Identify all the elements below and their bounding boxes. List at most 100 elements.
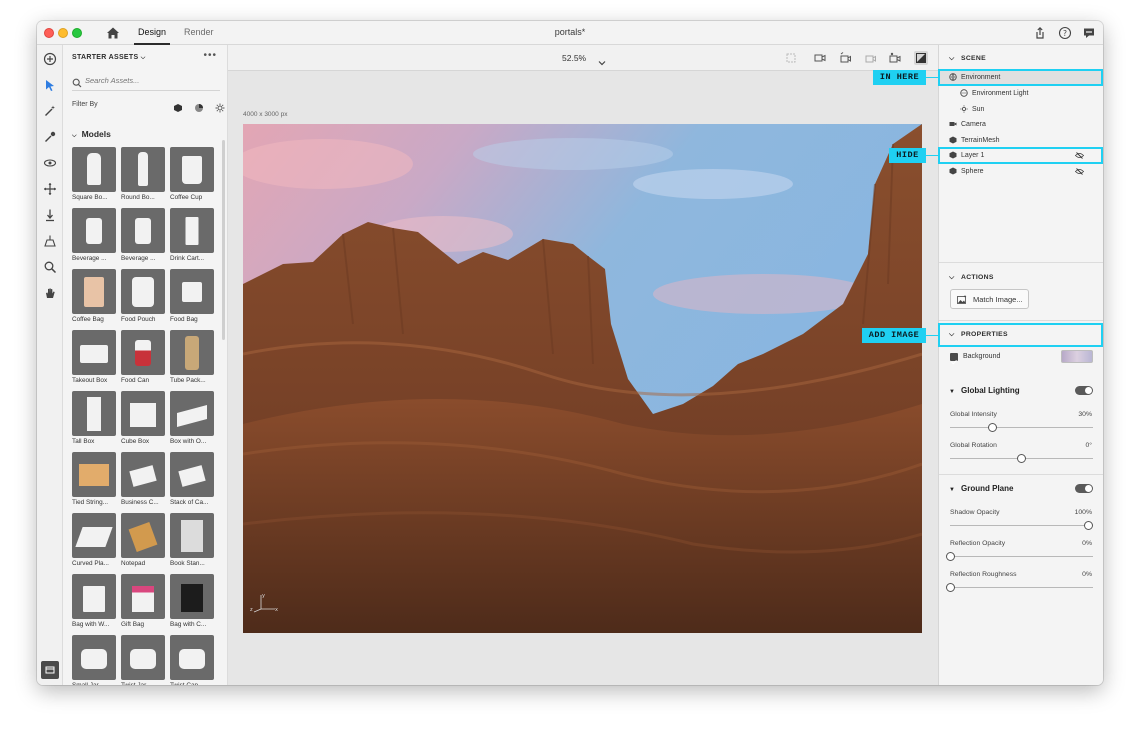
magic-wand-icon[interactable] bbox=[42, 103, 58, 119]
ground-plane-icon[interactable] bbox=[42, 233, 58, 249]
reflection-opacity-slider[interactable] bbox=[945, 552, 955, 561]
frame-selection-icon[interactable] bbox=[784, 51, 798, 65]
chevron-down-icon[interactable] bbox=[598, 54, 606, 66]
hand-tool-icon[interactable] bbox=[42, 285, 58, 301]
help-icon[interactable]: ? bbox=[1058, 26, 1072, 40]
asset-thumbnail bbox=[121, 147, 165, 192]
scene-item-environment-light[interactable]: Environment Light bbox=[939, 86, 1103, 101]
scene-item-camera[interactable]: Camera bbox=[939, 117, 1103, 132]
asset-card[interactable]: Round Bo... bbox=[121, 147, 165, 204]
hidden-eye-icon[interactable] bbox=[1074, 168, 1085, 175]
reflection-roughness-slider[interactable] bbox=[945, 583, 955, 592]
svg-text:?: ? bbox=[1063, 29, 1067, 38]
match-image-button[interactable]: Match Image... bbox=[950, 289, 1029, 309]
asset-card[interactable]: Gift Bag bbox=[121, 574, 165, 631]
background-label: Background bbox=[963, 353, 1001, 360]
asset-card[interactable]: Twist Cap... bbox=[170, 635, 214, 685]
asset-card[interactable]: Cube Box bbox=[121, 391, 165, 448]
asset-card[interactable]: Stack of Ca... bbox=[170, 452, 214, 509]
asset-card[interactable]: Business C... bbox=[121, 452, 165, 509]
models-section-header[interactable]: ⌵ Models bbox=[72, 129, 111, 140]
more-options-button[interactable]: ••• bbox=[203, 50, 217, 61]
asset-card-label: Food Bag bbox=[170, 316, 198, 323]
reflection-opacity-track[interactable] bbox=[950, 556, 1093, 557]
asset-card[interactable]: Twist Jar... bbox=[121, 635, 165, 685]
eyedropper-icon[interactable] bbox=[42, 129, 58, 145]
assets-panel: STARTER ASSETS ⌵ ••• Filter By ⌵ Models S… bbox=[63, 45, 228, 685]
add-icon[interactable] bbox=[42, 51, 58, 67]
asset-card[interactable]: Notepad bbox=[121, 513, 165, 570]
global-rotation-slider[interactable] bbox=[1017, 454, 1026, 463]
asset-card[interactable]: Takeout Box bbox=[72, 330, 116, 387]
model-icon bbox=[949, 136, 957, 144]
zoom-tool-icon[interactable] bbox=[42, 259, 58, 275]
search-assets-input[interactable] bbox=[85, 74, 215, 87]
preview-mode-icon[interactable] bbox=[914, 51, 928, 65]
camera-redo-icon[interactable] bbox=[863, 51, 877, 65]
background-checkbox[interactable] bbox=[950, 353, 958, 365]
svg-text:z: z bbox=[250, 607, 253, 613]
asset-card[interactable]: Beverage ... bbox=[72, 208, 116, 265]
asset-card[interactable]: Box with O... bbox=[170, 391, 214, 448]
asset-card[interactable]: Bag with W... bbox=[72, 574, 116, 631]
actions-section-header[interactable]: ⌵ ACTIONS bbox=[949, 274, 994, 282]
asset-card[interactable]: Coffee Bag bbox=[72, 269, 116, 326]
asset-preview bbox=[129, 465, 157, 487]
asset-card[interactable]: Coffee Cup bbox=[170, 147, 214, 204]
select-tool-icon[interactable] bbox=[42, 77, 58, 93]
drop-to-ground-icon[interactable] bbox=[42, 207, 58, 223]
global-lighting-toggle[interactable] bbox=[1075, 386, 1093, 395]
asset-card[interactable]: Tube Pack... bbox=[170, 330, 214, 387]
shadow-opacity-slider[interactable] bbox=[1084, 521, 1094, 530]
scene-section-header[interactable]: ⌵ SCENE bbox=[949, 55, 986, 63]
filter-lights-icon[interactable] bbox=[215, 100, 225, 113]
asset-card[interactable]: Food Pouch bbox=[121, 269, 165, 326]
orbit-tool-icon[interactable] bbox=[42, 155, 58, 171]
asset-card[interactable]: Drink Cart... bbox=[170, 208, 214, 265]
background-image-swatch[interactable] bbox=[1061, 350, 1093, 363]
filter-models-icon[interactable] bbox=[173, 100, 183, 112]
assets-scrollbar[interactable] bbox=[222, 140, 225, 340]
asset-drawer-icon[interactable] bbox=[41, 661, 59, 679]
3d-viewport[interactable]: y x z bbox=[243, 124, 922, 633]
camera-icon bbox=[949, 120, 957, 128]
actions-section-label: ACTIONS bbox=[961, 274, 994, 281]
asset-card[interactable]: Food Can bbox=[121, 330, 165, 387]
asset-card[interactable]: Tied String... bbox=[72, 452, 116, 509]
assets-header[interactable]: STARTER ASSETS ⌵ bbox=[72, 54, 146, 62]
share-icon[interactable] bbox=[1033, 26, 1047, 40]
global-rotation-value: 0° bbox=[1085, 442, 1093, 449]
scene-item-terrainmesh[interactable]: TerrainMesh bbox=[939, 133, 1103, 148]
asset-card[interactable]: Tall Box bbox=[72, 391, 116, 448]
camera-bookmark-icon[interactable] bbox=[888, 51, 902, 65]
feedback-icon[interactable] bbox=[1082, 26, 1096, 40]
asset-card[interactable]: Book Stan... bbox=[170, 513, 214, 570]
global-intensity-label: Global Intensity bbox=[950, 411, 997, 418]
asset-card[interactable]: Square Bo... bbox=[72, 147, 116, 204]
asset-thumbnail bbox=[170, 452, 214, 497]
reflection-roughness-track[interactable] bbox=[950, 587, 1093, 588]
camera-view-icon[interactable] bbox=[813, 51, 827, 65]
asset-card[interactable]: Bag with C... bbox=[170, 574, 214, 631]
asset-card[interactable]: Food Bag bbox=[170, 269, 214, 326]
asset-preview bbox=[135, 218, 151, 244]
filter-materials-icon[interactable] bbox=[194, 100, 204, 112]
global-intensity-track[interactable] bbox=[950, 427, 1093, 428]
asset-thumbnail bbox=[121, 635, 165, 680]
move-tool-icon[interactable] bbox=[42, 181, 58, 197]
ground-plane-header[interactable]: ▼ Ground Plane bbox=[949, 484, 1013, 493]
global-intensity-slider[interactable] bbox=[988, 423, 998, 432]
scene-item-sun[interactable]: Sun bbox=[939, 102, 1103, 117]
scene-item-sphere[interactable]: Sphere bbox=[939, 164, 1103, 179]
shadow-opacity-track[interactable] bbox=[950, 525, 1093, 526]
asset-card-label: Bag with C... bbox=[170, 621, 207, 628]
zoom-level[interactable]: 52.5% bbox=[562, 53, 586, 63]
global-lighting-header[interactable]: ▼ Global Lighting bbox=[949, 386, 1020, 395]
asset-card-label: Coffee Cup bbox=[170, 194, 203, 201]
camera-undo-icon[interactable] bbox=[838, 51, 852, 65]
asset-card[interactable]: Beverage ... bbox=[121, 208, 165, 265]
ground-plane-toggle[interactable] bbox=[1075, 484, 1093, 493]
asset-card[interactable]: Curved Pla... bbox=[72, 513, 116, 570]
asset-card[interactable]: Small Jar... bbox=[72, 635, 116, 685]
asset-preview bbox=[128, 521, 158, 553]
